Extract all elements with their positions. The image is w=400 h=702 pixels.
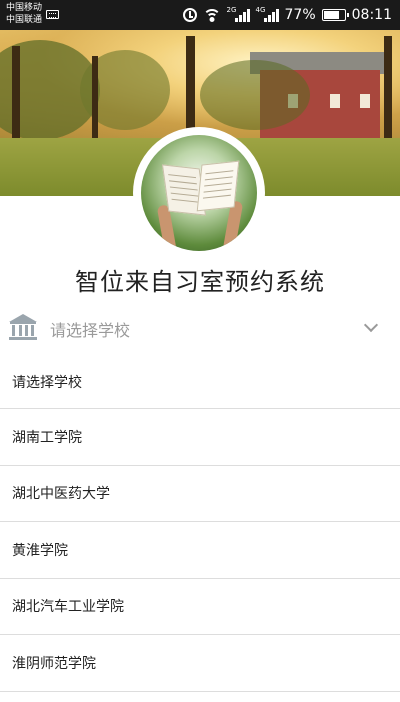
- status-bar: 中国移动 中国联通 2G 4G 77% 08:11: [0, 0, 400, 30]
- avatar: [133, 127, 265, 259]
- wifi-icon: [202, 8, 221, 22]
- school-option[interactable]: 湖北汽车工业学院: [0, 579, 400, 635]
- page-title: 智位来自习室预约系统: [75, 268, 325, 296]
- network-1: 2G: [226, 6, 237, 14]
- school-option[interactable]: 湖北中医药大学: [0, 466, 400, 522]
- carrier-2: 中国联通: [6, 15, 43, 25]
- sim-icon: [46, 10, 59, 19]
- clock: 08:11: [351, 7, 392, 23]
- signal-icon-2: 4G: [255, 6, 279, 22]
- school-option[interactable]: 请选择学校: [0, 356, 400, 409]
- school-option[interactable]: 淮阴师范学院: [0, 635, 400, 692]
- school-option[interactable]: 黄淮学院: [0, 522, 400, 579]
- school-select[interactable]: 请选择学校: [0, 306, 400, 350]
- carrier-info: 中国移动 中国联通: [6, 2, 42, 26]
- battery-percent: 77%: [284, 7, 316, 23]
- battery-icon: [321, 9, 349, 21]
- network-2: 4G: [255, 6, 266, 14]
- status-icons: 2G 4G 77% 08:11: [182, 0, 392, 30]
- school-building-icon: [9, 314, 37, 340]
- signal-icon-1: 2G: [226, 6, 250, 22]
- school-select-placeholder: 请选择学校: [50, 321, 131, 340]
- alarm-icon: [182, 8, 197, 22]
- school-dropdown-list: 请选择学校 湖南工学院 湖北中医药大学 黄淮学院 湖北汽车工业学院 淮阴师范学院: [0, 356, 400, 692]
- chevron-down-icon[interactable]: [363, 317, 379, 333]
- school-option[interactable]: 湖南工学院: [0, 409, 400, 466]
- book-photo: [141, 135, 257, 251]
- carrier-1: 中国移动: [6, 3, 43, 13]
